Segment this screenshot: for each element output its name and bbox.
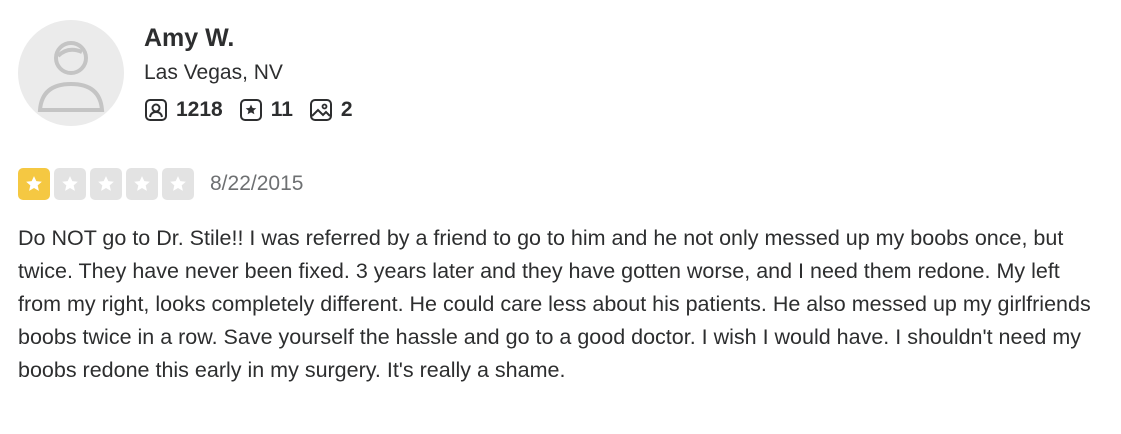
review-text: Do NOT go to Dr. Stile!! I was referred … [18, 226, 1091, 382]
review-date: 8/22/2015 [210, 172, 304, 195]
friends-count: 1218 [176, 98, 223, 121]
user-stats: 1218 11 2 [144, 98, 369, 122]
star-icon [54, 168, 86, 200]
user-avatar[interactable] [18, 20, 124, 126]
photos-stat: 2 [309, 98, 353, 122]
friends-stat: 1218 [144, 98, 223, 122]
user-location: Las Vegas, NV [144, 61, 283, 84]
star-icon [162, 168, 194, 200]
review-card: Amy W. Las Vegas, NV 1218 11 2 8/22/2015… [0, 0, 1121, 434]
user-name[interactable]: Amy W. [144, 22, 369, 54]
photo-icon [309, 98, 333, 122]
rating-row: 8/22/2015 [18, 168, 303, 200]
reviews-stat: 11 [239, 98, 293, 122]
friends-icon [144, 98, 168, 122]
star-icon [18, 168, 50, 200]
star-rating [18, 168, 198, 200]
photos-count: 2 [340, 98, 353, 121]
user-info: Amy W. Las Vegas, NV 1218 11 2 [144, 22, 369, 122]
star-icon [126, 168, 158, 200]
star-icon [90, 168, 122, 200]
reviews-count: 11 [270, 98, 293, 121]
review-star-icon [239, 98, 263, 122]
default-user-avatar-icon [37, 41, 105, 112]
